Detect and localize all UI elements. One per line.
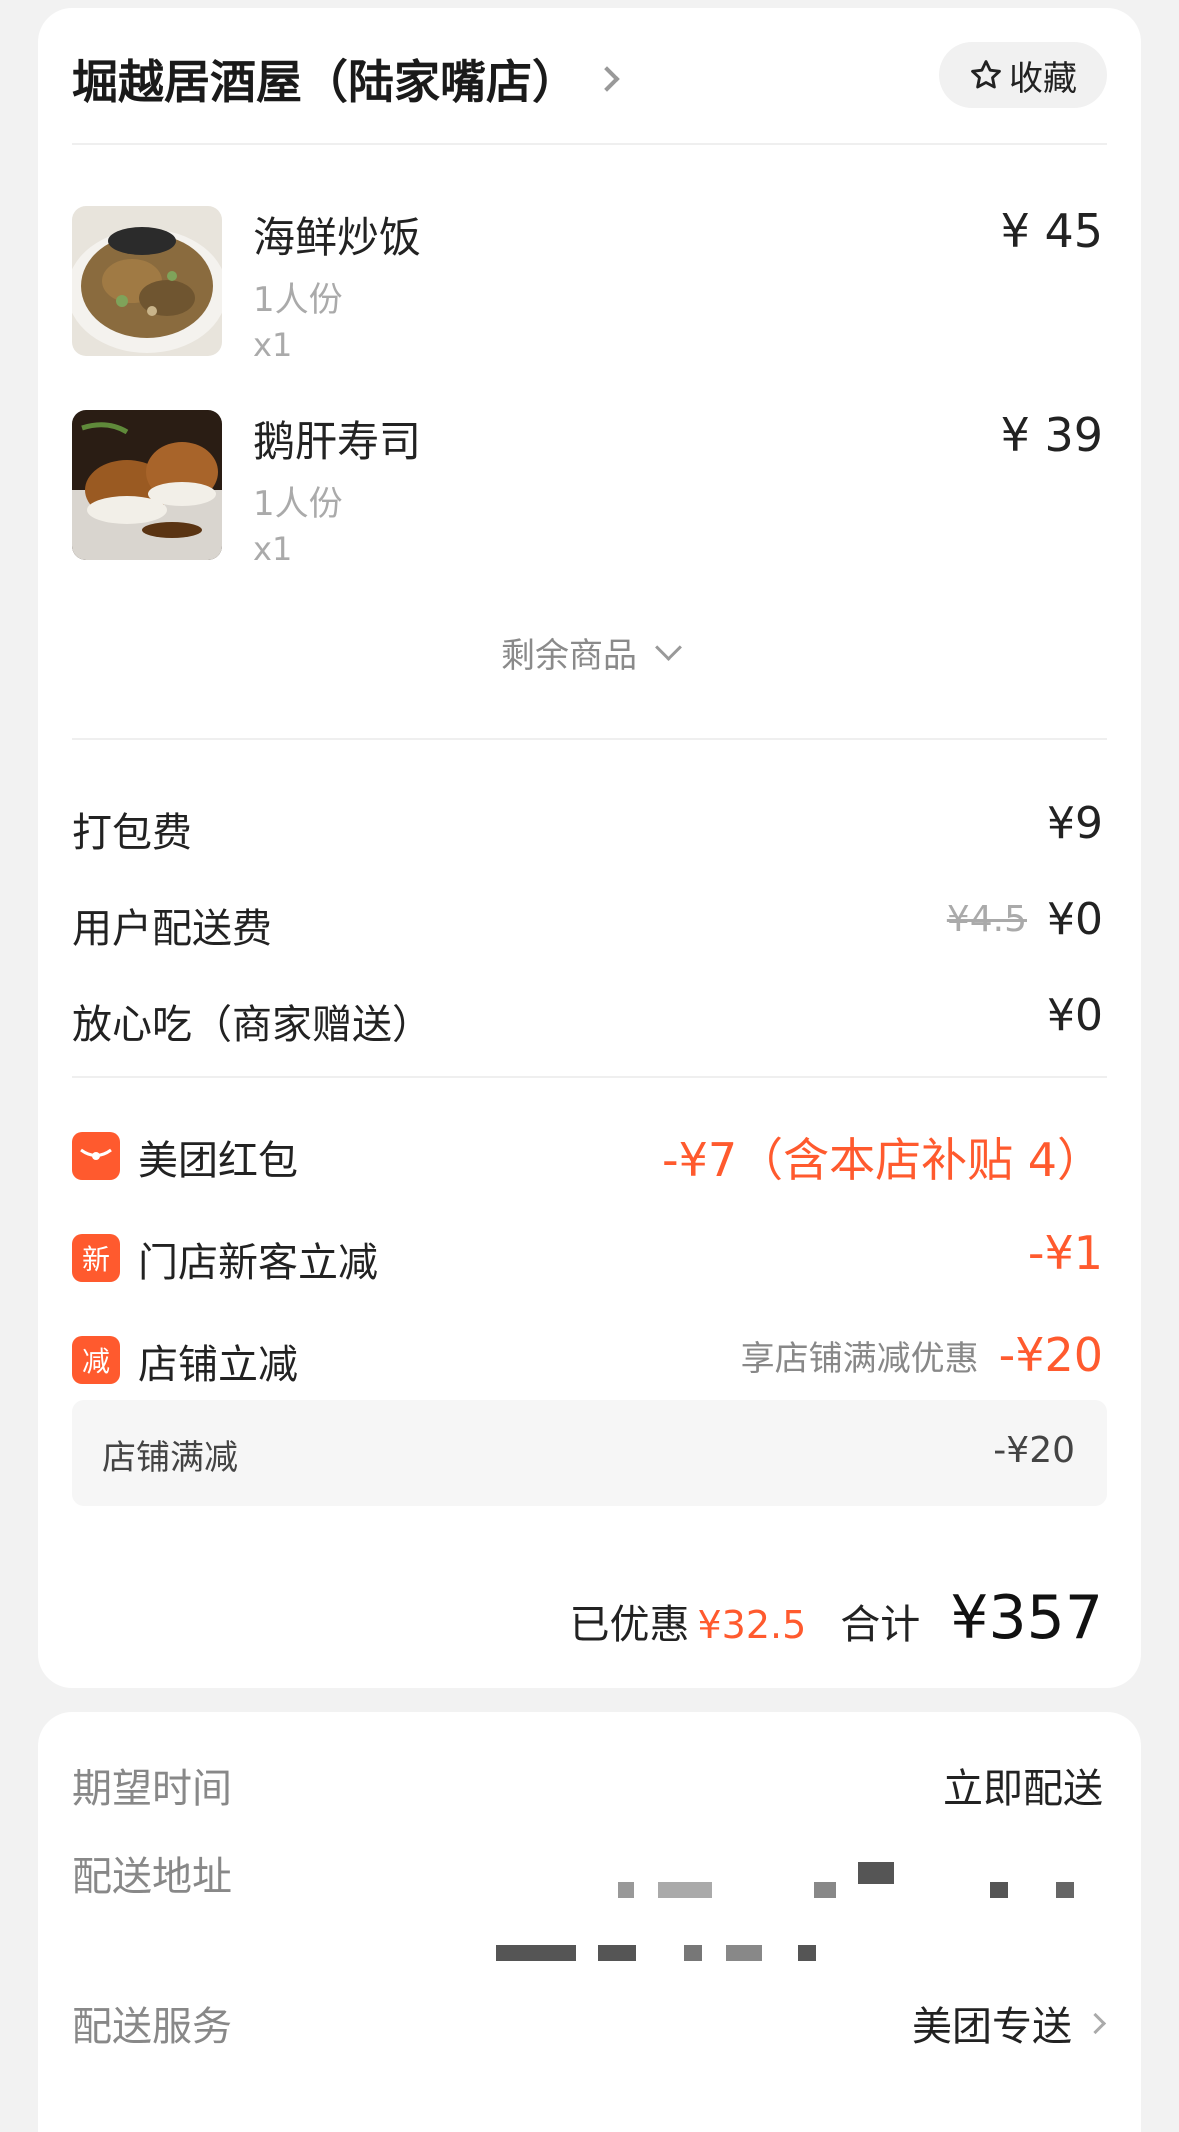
shop-discount-detail-label: 店铺满减 — [102, 1438, 238, 1478]
redpacket-label: 美团红包 — [138, 1138, 298, 1184]
saved-value: ¥32.5 — [697, 1603, 807, 1647]
delivery-service-label: 配送服务 — [72, 2004, 232, 2050]
favorite-button[interactable]: 收藏 — [939, 42, 1107, 108]
expected-time-label: 期望时间 — [72, 1766, 232, 1812]
chevron-down-icon — [655, 634, 682, 661]
expected-time-value[interactable]: 立即配送 — [943, 1756, 1103, 1814]
delivery-card: 期望时间 立即配送 配送地址 配送服务 美团专送 — [38, 1712, 1141, 2132]
divider — [72, 1076, 1107, 1078]
item-quantity: x1 — [253, 530, 293, 568]
shop-discount-badge: 减 — [72, 1336, 120, 1384]
favorite-label: 收藏 — [1009, 58, 1077, 99]
address-label: 配送地址 — [72, 1854, 232, 1900]
delivery-service-value: 美团专送 — [912, 2004, 1072, 2050]
shop-discount-value-group: 享店铺满减优惠 -¥20 — [741, 1328, 1103, 1382]
star-icon — [971, 60, 1001, 89]
item-price: ¥ 39 — [1000, 408, 1103, 462]
redpacket-value: -¥7（含本店补贴 4） — [661, 1133, 1103, 1187]
assurance-value: ¥0 — [1047, 990, 1103, 1041]
delivery-fee-value: ¥0 — [1047, 894, 1103, 945]
order-card: 堀越居酒屋（陆家嘴店） 收藏 海鲜炒饭 1人份 x1 ¥ 45 鹅肝寿司 1人份… — [38, 8, 1141, 1688]
item-spec: 1人份 — [253, 280, 343, 320]
wallet-icon — [72, 1132, 120, 1180]
item-spec: 1人份 — [253, 484, 343, 524]
total-value: ¥357 — [950, 1583, 1103, 1653]
delivery-fee-value-group: ¥4.5 ¥0 — [947, 894, 1103, 945]
order-summary: 已优惠 ¥32.5 合计 ¥357 — [570, 1583, 1104, 1653]
divider — [72, 143, 1107, 145]
more-items-toggle[interactable]: 剩余商品 — [38, 628, 1141, 677]
shop-discount-label: 店铺立减 — [138, 1342, 298, 1388]
delivery-fee-label: 用户配送费 — [72, 906, 272, 952]
address-value-redacted[interactable] — [496, 1850, 1118, 1970]
delivery-fee-original: ¥4.5 — [946, 899, 1027, 940]
shop-title-link[interactable]: 堀越居酒屋（陆家嘴店） — [72, 46, 620, 112]
item-image-foie-gras-sushi[interactable] — [72, 410, 222, 560]
packing-fee-label: 打包费 — [72, 810, 192, 856]
new-customer-badge: 新 — [72, 1234, 120, 1282]
packing-fee-value: ¥9 — [1047, 798, 1103, 849]
shop-name: 堀越居酒屋（陆家嘴店） — [72, 55, 578, 109]
delivery-service-link[interactable]: 美团专送 — [912, 1994, 1107, 2052]
item-quantity: x1 — [253, 326, 293, 364]
item-name: 鹅肝寿司 — [253, 417, 422, 466]
shop-discount-value: -¥20 — [998, 1328, 1103, 1382]
chevron-right-icon — [594, 66, 620, 92]
chevron-right-icon — [1084, 2012, 1107, 2034]
shop-discount-detail-value: -¥20 — [993, 1430, 1075, 1471]
new-customer-label: 门店新客立减 — [138, 1240, 378, 1286]
item-image-seafood-fried-rice[interactable] — [72, 206, 222, 356]
shop-discount-note: 享店铺满减优惠 — [740, 1338, 979, 1379]
new-customer-value: -¥1 — [1027, 1226, 1103, 1280]
divider — [72, 738, 1107, 740]
assurance-label: 放心吃（商家赠送） — [72, 1002, 432, 1048]
item-price: ¥ 45 — [1000, 204, 1103, 258]
shop-discount-detail: 店铺满减 -¥20 — [72, 1400, 1107, 1506]
total-label: 合计 — [840, 1602, 921, 1648]
more-items-label: 剩余商品 — [501, 636, 637, 676]
item-name: 海鲜炒饭 — [253, 213, 422, 262]
saved-label: 已优惠 — [569, 1602, 690, 1648]
